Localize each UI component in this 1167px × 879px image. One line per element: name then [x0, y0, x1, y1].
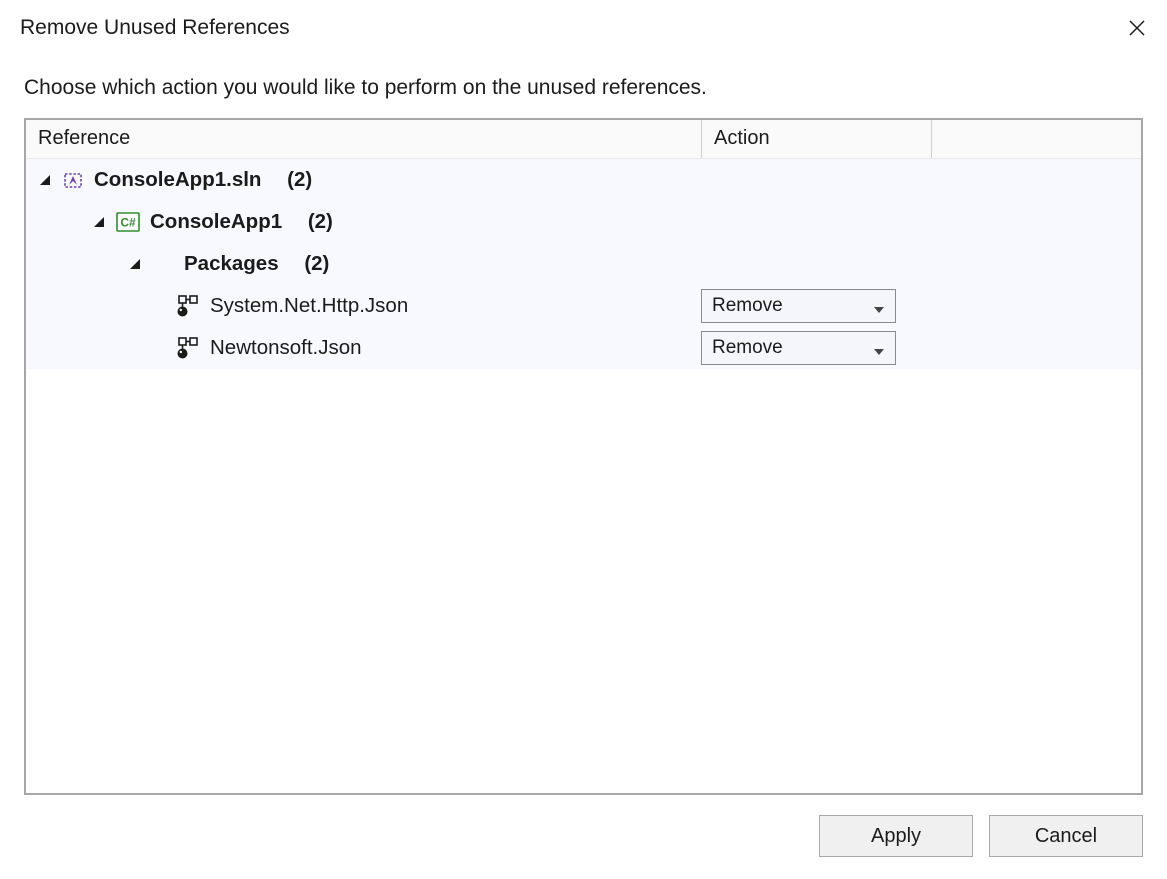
remove-unused-references-dialog: Remove Unused References Choose which ac… [0, 0, 1167, 879]
titlebar: Remove Unused References [0, 0, 1167, 48]
package-name: Newtonsoft.Json [210, 336, 362, 360]
close-icon [1127, 18, 1147, 38]
packages-group-count: (2) [304, 252, 329, 276]
chevron-down-icon [873, 342, 885, 354]
column-header-reference[interactable]: Reference [26, 120, 701, 158]
tree-row-packages-group[interactable]: Packages (2) [26, 243, 1141, 285]
column-header-spacer [931, 120, 1141, 158]
action-select-value: Remove [712, 295, 783, 317]
packages-group-name: Packages [184, 252, 279, 276]
tree-row-package[interactable]: System.Net.Http.Json Remove [26, 285, 1141, 327]
dialog-title: Remove Unused References [20, 16, 290, 40]
references-grid: Reference Action [24, 118, 1143, 795]
action-select[interactable]: Remove [701, 289, 896, 323]
solution-icon [62, 169, 84, 191]
project-count: (2) [308, 210, 333, 234]
grid-header: Reference Action [26, 120, 1141, 159]
dialog-footer: Apply Cancel [0, 815, 1167, 879]
tree-row-project[interactable]: C# ConsoleApp1 (2) [26, 201, 1141, 243]
tree-region: ConsoleApp1.sln (2) [26, 159, 1141, 369]
package-icon [176, 336, 200, 360]
chevron-down-icon[interactable] [38, 173, 52, 187]
tree-row-package[interactable]: Newtonsoft.Json Remove [26, 327, 1141, 369]
dialog-instructions: Choose which action you would like to pe… [0, 48, 1167, 118]
svg-text:C#: C# [120, 216, 136, 230]
chevron-down-icon[interactable] [92, 215, 106, 229]
tree-row-solution[interactable]: ConsoleApp1.sln (2) [26, 159, 1141, 201]
project-name: ConsoleApp1 [150, 210, 282, 234]
cancel-button[interactable]: Cancel [989, 815, 1143, 857]
chevron-down-icon [873, 300, 885, 312]
csharp-project-icon: C# [116, 212, 140, 232]
solution-name: ConsoleApp1.sln [94, 168, 261, 192]
close-button[interactable] [1123, 14, 1151, 42]
column-header-action[interactable]: Action [701, 120, 931, 158]
chevron-down-icon[interactable] [128, 257, 142, 271]
package-icon [176, 294, 200, 318]
action-select-value: Remove [712, 337, 783, 359]
solution-count: (2) [287, 168, 312, 192]
apply-button[interactable]: Apply [819, 815, 973, 857]
grid-body: ConsoleApp1.sln (2) [26, 159, 1141, 793]
package-name: System.Net.Http.Json [210, 294, 408, 318]
action-select[interactable]: Remove [701, 331, 896, 365]
